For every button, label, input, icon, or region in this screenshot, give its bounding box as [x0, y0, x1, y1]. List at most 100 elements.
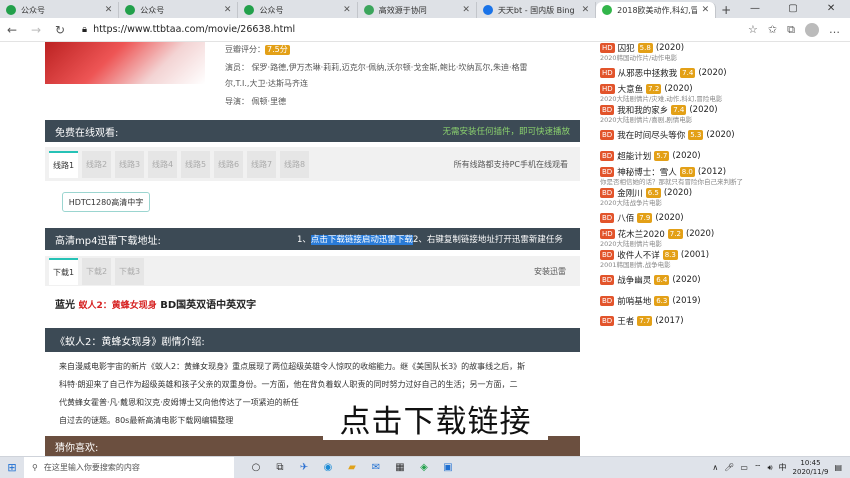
- movie-year: (2017): [655, 316, 684, 327]
- sidebar-movie-item[interactable]: BD 超能计划 5.7 (2020): [600, 145, 800, 166]
- quality-badge: BD: [600, 212, 615, 223]
- score-badge: 5.3: [688, 130, 704, 141]
- tab-line-4[interactable]: 线路4: [148, 150, 177, 178]
- sidebar-movie-item[interactable]: BD 战争幽灵 6.4 (2020): [600, 270, 800, 291]
- tab-line-3[interactable]: 线路3: [115, 150, 144, 178]
- browser-tab-4[interactable]: 高效源于协同 ✕: [358, 2, 477, 18]
- ime-indicator[interactable]: 中: [779, 462, 787, 473]
- refresh-icon[interactable]: ↻: [48, 23, 72, 37]
- close-icon[interactable]: ✕: [702, 5, 710, 15]
- bluray-suffix: BD国英双语中英双字: [160, 300, 257, 311]
- movie-line: BD 前哨基地 6.3 (2019): [600, 295, 800, 307]
- tab-line-1[interactable]: 线路1: [49, 150, 78, 178]
- new-tab-button[interactable]: +: [716, 2, 736, 18]
- download-link[interactable]: 蓝光 蚁人2：黄蜂女现身 BD国英双语中英双字: [55, 296, 256, 311]
- tab-line-2[interactable]: 线路2: [82, 150, 111, 178]
- movie-year: (2020): [655, 43, 685, 53]
- sidebar-movie-item[interactable]: HD 从邪恶中拯救我 7.4 (2020): [600, 63, 800, 84]
- collections-icon[interactable]: ⧉: [787, 23, 795, 37]
- notification-icon[interactable]: ▤: [834, 463, 842, 472]
- tab-line-5[interactable]: 线路5: [181, 150, 210, 178]
- mic-icon[interactable]: 🎤︎: [724, 463, 734, 472]
- score-badge: 6.3: [654, 295, 670, 306]
- quality-badge: HD: [600, 68, 615, 79]
- score-badge: 7.7: [637, 316, 653, 327]
- tab-line-7[interactable]: 线路7: [247, 150, 276, 178]
- close-window-button[interactable]: ✕: [812, 0, 850, 18]
- task-view-icon[interactable]: ⧉: [272, 460, 288, 476]
- close-icon[interactable]: ✕: [582, 5, 590, 15]
- sidebar-movie-item[interactable]: BD 八佰 7.9 (2020): [600, 208, 800, 229]
- quality-badge: BD: [600, 274, 615, 285]
- browser-tab-3[interactable]: 公众号 ✕: [238, 2, 358, 18]
- movie-title: 从邪恶中拯救我: [617, 69, 678, 80]
- favorite-star-icon[interactable]: ☆: [748, 23, 758, 36]
- url-field[interactable]: 🔒︎ https://www.ttbtaa.com/movie/26638.ht…: [78, 21, 718, 39]
- network-icon[interactable]: ⌔: [754, 463, 762, 473]
- score-badge: 7.4: [680, 68, 696, 79]
- site-icon: [602, 5, 613, 15]
- battery-icon[interactable]: ▭: [740, 463, 748, 472]
- edge-icon[interactable]: ◉: [320, 460, 336, 476]
- favorites-icon[interactable]: ✩: [768, 23, 777, 36]
- tab-line-8[interactable]: 线路8: [280, 150, 309, 178]
- bluray-prefix: 蓝光: [55, 300, 75, 311]
- browser-tab-5[interactable]: 天天bt - 国内版 Bing ✕: [477, 2, 597, 18]
- section-title: 免费在线观看:: [55, 127, 119, 139]
- profile-avatar[interactable]: [805, 22, 819, 37]
- wechat-taskbar-icon[interactable]: ◈: [416, 460, 432, 476]
- tab-download-3[interactable]: 下载3: [115, 257, 144, 285]
- thunder-icon[interactable]: ✈: [296, 460, 312, 476]
- close-icon[interactable]: ✕: [224, 5, 232, 15]
- chevron-up-icon[interactable]: ∧: [712, 463, 718, 472]
- volume-icon[interactable]: 🔊︎: [767, 463, 772, 473]
- more-icon[interactable]: …: [829, 23, 840, 36]
- taskbar-search[interactable]: ⚲ 在这里输入你要搜索的内容: [24, 456, 234, 478]
- maximize-button[interactable]: ▢: [774, 0, 812, 18]
- movie-title: 八佰: [617, 213, 635, 224]
- sidebar-movie-item[interactable]: BD 前哨基地 6.3 (2019): [600, 290, 800, 311]
- tab-download-2[interactable]: 下载2: [82, 257, 111, 285]
- back-icon[interactable]: ←: [0, 23, 24, 37]
- sidebar-movie-item[interactable]: BD 神秘博士：雪人 8.0 (2012) 你是否相信她的话？那就只有冒险你自己来判断了: [600, 166, 800, 187]
- store-icon[interactable]: ▦: [392, 460, 408, 476]
- photo-app-icon[interactable]: ▣: [440, 460, 456, 476]
- sidebar-movie-item[interactable]: HD 大意鱼 7.2 (2020) 2020大陆剧情片/灾难,动作,科幻,冒险电影: [600, 83, 800, 104]
- movie-subtitle: 2020大陆剧情片/喜剧,剧情电影: [600, 116, 693, 125]
- tab-download-1[interactable]: 下载1: [49, 257, 78, 285]
- cast-line-cont: 尔,T.I.,大卫·达斯马齐连: [225, 79, 309, 88]
- rating-label: 豆瓣评分：: [225, 45, 265, 54]
- tab-line-6[interactable]: 线路6: [214, 150, 243, 178]
- instruction-highlight: 点击下载链接启动迅雷下载: [310, 235, 413, 245]
- windows-start-icon[interactable]: ⊞: [0, 461, 24, 474]
- tab-title: 公众号: [140, 5, 165, 15]
- score-badge: 5.8: [637, 43, 653, 53]
- tab-title: 公众号: [21, 5, 45, 15]
- sidebar-movie-item[interactable]: BD 王者 7.7 (2017): [600, 311, 800, 332]
- browser-tab-6-active[interactable]: 2018欧美动作,科幻,冒险... ✕: [596, 2, 717, 18]
- mail-icon[interactable]: ✉: [368, 460, 384, 476]
- sidebar-movie-item[interactable]: HD 花木兰2020 7.2 (2020) 2020大陆剧情片电影: [600, 228, 800, 249]
- sidebar-movie-item[interactable]: BD 我在时间尽头等你 5.3 (2020): [600, 125, 800, 146]
- browser-tab-2[interactable]: 公众号 ✕: [119, 2, 239, 18]
- clock[interactable]: 10:45 2020/11/9: [793, 459, 829, 477]
- close-icon[interactable]: ✕: [462, 5, 470, 15]
- sidebar-movie-item[interactable]: BD 我和我的家乡 7.4 (2020) 2020大陆剧情片/喜剧,剧情电影: [600, 104, 800, 125]
- play-source-chip[interactable]: HDTC1280高清中字: [62, 192, 150, 212]
- quality-badge: BD: [600, 150, 615, 161]
- cast-line: 演员： 保罗·路德,伊万杰琳·莉莉,迈克尔·佩纳,沃尔顿·戈金斯,鲍比·坎纳瓦尔…: [225, 63, 528, 72]
- movie-subtitle: 你是否相信她的话？那就只有冒险你自己来判断了: [600, 178, 743, 187]
- browser-tab-1[interactable]: 公众号 ✕: [0, 2, 120, 18]
- close-icon[interactable]: ✕: [105, 5, 113, 15]
- close-icon[interactable]: ✕: [343, 5, 351, 15]
- download-instructions: 1、点击下载链接启动迅雷下载2、右键复制链接地址打开迅雷新建任务: [297, 233, 563, 245]
- movie-line: BD 神秘博士：雪人 8.0 (2012): [600, 166, 800, 178]
- install-thunder-link[interactable]: 安装迅雷: [534, 266, 580, 277]
- minimize-button[interactable]: —: [736, 0, 774, 18]
- explorer-icon[interactable]: ▰: [344, 460, 360, 476]
- cortana-icon[interactable]: ○: [248, 460, 264, 476]
- sidebar-movie-item[interactable]: BD 收件人不详 8.3 (2001) 2001韩国剧情,战争电影: [600, 249, 800, 270]
- sidebar-movie-item[interactable]: BD 金刚川 6.5 (2020) 2020大陆战争片电影: [600, 187, 800, 208]
- forward-icon[interactable]: →: [24, 23, 48, 37]
- sidebar-movie-item[interactable]: HD 囚犯 5.8 (2020) 2020韩国动作片/动作电影: [600, 42, 800, 63]
